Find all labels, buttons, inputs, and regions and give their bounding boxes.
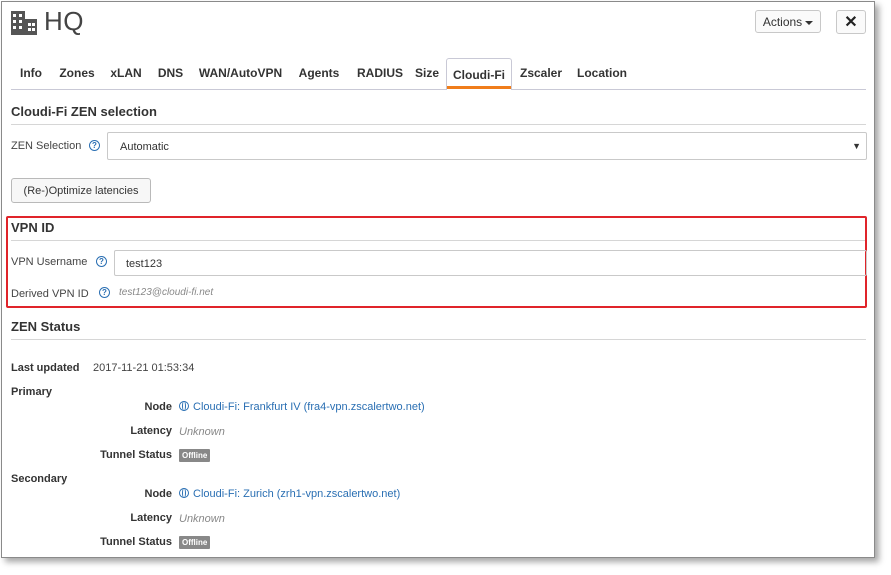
secondary-tunnel-status-badge: Offline <box>179 536 211 549</box>
actions-label: Actions <box>762 14 803 29</box>
actions-dropdown-button[interactable]: Actions <box>755 10 821 33</box>
secondary-latency-value: Unknown <box>179 513 225 525</box>
vpn-id-section-title: VPN ID <box>11 220 55 235</box>
tab-radius[interactable]: RADIUS <box>349 58 411 88</box>
secondary-tunnel-status-label: Tunnel Status <box>100 536 172 548</box>
derived-vpn-id-label: Derived VPN ID <box>11 288 89 300</box>
tab-xlan[interactable]: xLAN <box>103 58 149 88</box>
close-button[interactable]: ✕ <box>836 10 866 34</box>
tab-dns[interactable]: DNS <box>150 58 191 88</box>
zen-selection-value: Automatic <box>120 141 169 153</box>
zen-selection-select[interactable]: Automatic ▼ <box>107 132 867 160</box>
tab-bar: Info Zones xLAN DNS WAN/AutoVPN Agents R… <box>11 58 866 90</box>
primary-latency-value: Unknown <box>179 426 225 438</box>
globe-icon <box>179 488 189 498</box>
primary-node-value: Cloudi-Fi: Frankfurt IV (fra4-vpn.zscale… <box>193 401 425 413</box>
primary-tunnel-status-label: Tunnel Status <box>100 449 172 461</box>
secondary-node-link[interactable]: Cloudi-Fi: Zurich (zrh1-vpn.zscalertwo.n… <box>179 488 400 500</box>
close-icon: ✕ <box>844 14 858 31</box>
zen-selection-section-title: Cloudi-Fi ZEN selection <box>11 104 157 119</box>
primary-latency-label: Latency <box>130 425 172 437</box>
tab-info[interactable]: Info <box>11 58 51 88</box>
primary-node-link[interactable]: Cloudi-Fi: Frankfurt IV (fra4-vpn.zscale… <box>179 401 425 413</box>
caret-down-icon <box>805 20 814 25</box>
tab-cloudi-fi[interactable]: Cloudi-Fi <box>446 58 512 90</box>
help-icon[interactable]: ? <box>96 256 107 267</box>
last-updated-label: Last updated <box>11 362 80 374</box>
derived-vpn-id-value: test123@cloudi-fi.net <box>119 287 214 298</box>
tab-agents[interactable]: Agents <box>290 58 348 88</box>
building-icon <box>11 11 37 35</box>
vpn-username-label: VPN Username <box>11 256 88 268</box>
header: HQ Actions ✕ <box>2 2 874 46</box>
primary-node-label: Node <box>144 401 173 413</box>
primary-heading: Primary <box>11 386 52 398</box>
secondary-latency-label: Latency <box>130 512 172 524</box>
zen-selection-label: ZEN Selection <box>11 140 82 152</box>
help-icon[interactable]: ? <box>99 287 110 298</box>
secondary-node-value: Cloudi-Fi: Zurich (zrh1-vpn.zscalertwo.n… <box>193 488 401 500</box>
tab-location[interactable]: Location <box>572 58 632 88</box>
tab-zones[interactable]: Zones <box>52 58 102 88</box>
secondary-node-label: Node <box>144 488 173 500</box>
site-detail-window: HQ Actions ✕ Info Zones xLAN DNS WAN/Aut… <box>1 1 875 558</box>
zen-status-section-title: ZEN Status <box>11 319 81 334</box>
secondary-heading: Secondary <box>11 473 68 485</box>
primary-tunnel-status-badge: Offline <box>179 449 211 462</box>
divider <box>11 339 866 340</box>
tab-size[interactable]: Size <box>412 58 442 88</box>
vpn-username-input[interactable]: test123 <box>114 250 867 276</box>
globe-icon <box>179 401 189 411</box>
tab-zscaler[interactable]: Zscaler <box>514 58 568 88</box>
page-title: HQ <box>44 6 84 36</box>
dropdown-arrow-icon: ▼ <box>852 141 861 151</box>
divider <box>11 124 866 125</box>
divider <box>11 240 865 241</box>
tab-wan-autovpn[interactable]: WAN/AutoVPN <box>192 58 289 88</box>
help-icon[interactable]: ? <box>89 140 100 151</box>
optimize-latencies-button[interactable]: (Re-)Optimize latencies <box>11 178 151 203</box>
last-updated-value: 2017-11-21 01:53:34 <box>93 362 195 374</box>
